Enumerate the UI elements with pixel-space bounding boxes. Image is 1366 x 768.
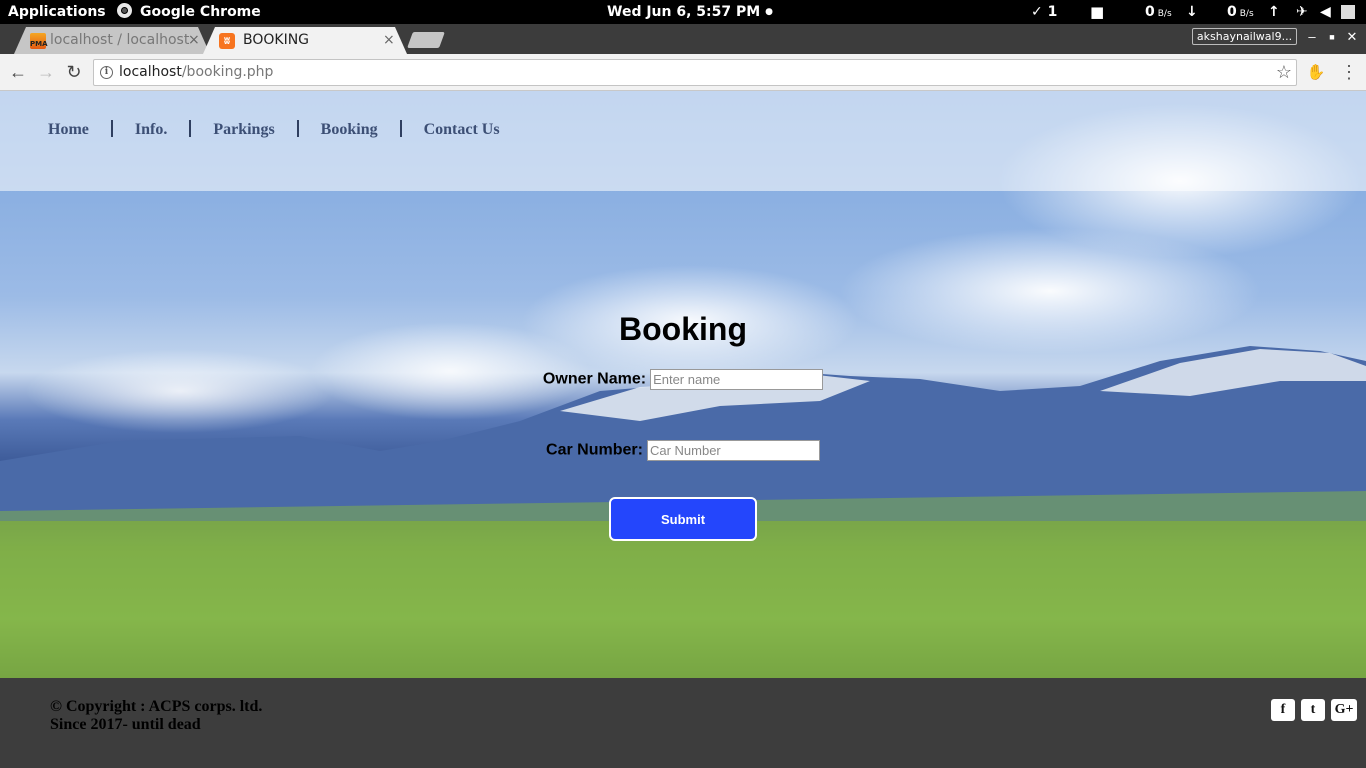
- updates-count: 1: [1047, 4, 1058, 20]
- page-viewport: Home Info. Parkings Booking Contact Us Booki…: [0, 91, 1366, 678]
- browser-tab-strip: PMA localhost / localhost × ʬ BOOKING × …: [0, 24, 1366, 54]
- airplane-mode-icon[interactable]: ✈: [1296, 0, 1308, 24]
- navigation-band: Home Info. Parkings Booking Contact Us: [0, 91, 1366, 191]
- pma-favicon-icon: PMA: [30, 33, 48, 49]
- xampp-favicon-icon: ʬ: [219, 33, 235, 49]
- nav-divider: [189, 120, 192, 137]
- url-host: localhost: [119, 64, 182, 80]
- notification-dot-icon: ●: [765, 7, 773, 17]
- power-menu-icon[interactable]: [1341, 5, 1355, 19]
- facebook-icon[interactable]: f: [1271, 699, 1295, 721]
- net-download-indicator: 0 B/s: [1145, 0, 1172, 24]
- close-window-icon[interactable]: ✕: [1343, 28, 1361, 46]
- tab-booking[interactable]: ʬ BOOKING ×: [203, 27, 407, 54]
- car-number-input[interactable]: [646, 440, 820, 461]
- tab-title: localhost / localhost: [50, 32, 190, 48]
- site-footer: © Copyright : ACPS corps. ltd. Since 201…: [0, 678, 1366, 768]
- owner-name-input[interactable]: [650, 369, 824, 390]
- submit-button[interactable]: Submit: [609, 497, 757, 541]
- nav-home-link[interactable]: Home: [48, 121, 89, 138]
- nav-contact-link[interactable]: Contact Us: [424, 121, 500, 138]
- forward-button[interactable]: →: [34, 60, 58, 84]
- car-number-label: Car Number:: [546, 441, 643, 459]
- new-tab-button[interactable]: [407, 32, 445, 48]
- owner-name-label: Owner Name:: [542, 370, 647, 388]
- nav-info-link[interactable]: Info.: [135, 121, 167, 138]
- bookmark-star-icon[interactable]: ☆: [1276, 61, 1292, 84]
- copyright-line: © Copyright : ACPS corps. ltd.: [50, 698, 263, 715]
- copyright-since-line: Since 2017- until dead: [50, 716, 201, 733]
- tab-close-icon[interactable]: ×: [383, 27, 395, 54]
- arrow-down-icon: ↓: [1186, 4, 1198, 20]
- page-title: Booking: [619, 311, 747, 347]
- arrow-up-icon: ↑: [1268, 4, 1280, 20]
- clock-label: Wed Jun 6, 5:57 PM: [607, 4, 761, 20]
- arrow-left-icon: ←: [9, 62, 27, 82]
- car-number-row: Car Number:: [0, 440, 1366, 461]
- net-up-unit: B/s: [1239, 9, 1254, 19]
- booking-form: Booking Owner Name: Car Number: Submit: [0, 309, 1366, 541]
- chrome-icon: [117, 3, 132, 18]
- nav-divider: [110, 120, 113, 137]
- tab-title: BOOKING: [243, 32, 310, 48]
- clock[interactable]: Wed Jun 6, 5:57 PM ●: [607, 0, 773, 24]
- info-icon[interactable]: i: [100, 66, 113, 79]
- reload-button[interactable]: ↻: [62, 60, 86, 84]
- site-navigation: Home Info. Parkings Booking Contact Us: [48, 120, 500, 139]
- nav-divider: [296, 120, 299, 137]
- url-path: /booking.php: [181, 64, 274, 80]
- extension-icon[interactable]: ✋: [1306, 63, 1326, 83]
- google-plus-icon[interactable]: G+: [1331, 699, 1357, 721]
- profile-button[interactable]: akshaynailwal9...: [1192, 28, 1297, 45]
- copyright-text: © Copyright : ACPS corps. ltd. Since 201…: [50, 698, 262, 734]
- updates-indicator[interactable]: ✓ 1: [1031, 0, 1057, 24]
- nav-booking-link[interactable]: Booking: [321, 121, 378, 138]
- net-up-value: 0: [1227, 4, 1237, 20]
- maximize-icon[interactable]: ■: [1323, 28, 1341, 46]
- applications-menu[interactable]: Applications: [8, 0, 106, 24]
- back-button[interactable]: ←: [6, 60, 30, 84]
- minimize-icon[interactable]: –: [1303, 28, 1321, 46]
- camera-icon[interactable]: ■: [1090, 0, 1104, 24]
- address-bar[interactable]: i localhost/booking.php ☆: [93, 59, 1297, 86]
- checkmark-icon: ✓: [1031, 4, 1043, 20]
- volume-icon[interactable]: ◀: [1320, 0, 1331, 24]
- tab-localhost[interactable]: PMA localhost / localhost ×: [14, 27, 210, 54]
- chrome-menu-icon[interactable]: ⋮: [1339, 62, 1359, 82]
- arrow-right-icon: →: [37, 62, 55, 82]
- net-down-unit: B/s: [1157, 9, 1172, 19]
- net-down-value: 0: [1145, 4, 1155, 20]
- system-top-panel: Applications Google Chrome Wed Jun 6, 5:…: [0, 0, 1366, 24]
- tab-close-icon[interactable]: ×: [188, 27, 200, 54]
- reload-icon: ↻: [66, 62, 82, 82]
- net-upload-indicator: 0 B/s: [1227, 0, 1254, 24]
- owner-name-row: Owner Name:: [0, 369, 1366, 390]
- nav-parkings-link[interactable]: Parkings: [213, 121, 274, 138]
- active-app-label: Google Chrome: [140, 4, 261, 20]
- browser-toolbar: ← → ↻ i localhost/booking.php ☆ ✋ ⋮: [0, 54, 1366, 91]
- nav-divider: [399, 120, 402, 137]
- active-app-menu[interactable]: Google Chrome: [117, 0, 261, 24]
- twitter-icon[interactable]: t: [1301, 699, 1325, 721]
- url-text: localhost/booking.php: [119, 60, 273, 85]
